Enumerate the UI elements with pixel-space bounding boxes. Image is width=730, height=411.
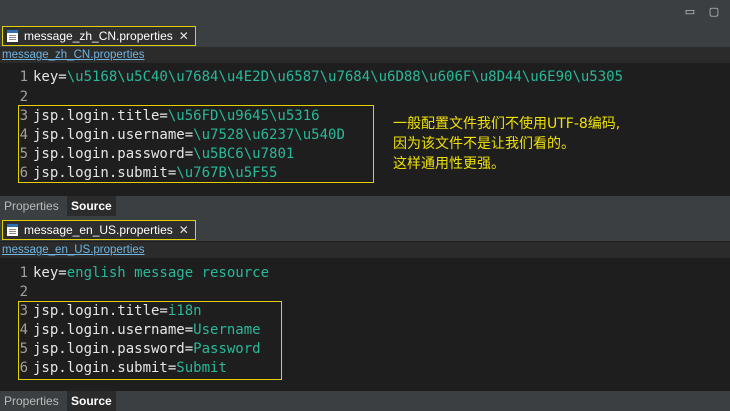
annotation-line: 这样通用性更强。: [393, 156, 505, 172]
code-line: 2: [0, 282, 730, 302]
annotation-line: 因为该文件不是让我们看的。: [393, 136, 575, 152]
property-key: key=: [33, 69, 67, 85]
property-value: english message resource: [66, 265, 270, 281]
tab-properties[interactable]: Properties: [0, 196, 63, 216]
tab-label: message_zh_CN.properties: [24, 29, 173, 43]
property-key: key=: [33, 265, 67, 281]
line-number: 2: [19, 284, 28, 300]
tab-message-zh-cn[interactable]: message_zh_CN.properties ✕: [2, 26, 196, 46]
highlight-box: [18, 105, 374, 183]
properties-file-icon: [7, 30, 18, 42]
code-line: 1 key=\u5168\u5C40\u7684\u4E2D\u6587\u768…: [0, 67, 730, 87]
annotation-line: 一般配置文件我们不使用UTF-8编码,: [393, 116, 621, 132]
annotation-note: 一般配置文件我们不使用UTF-8编码, 因为该文件不是让我们看的。 这样通用性更…: [393, 114, 620, 174]
close-tab-icon[interactable]: ✕: [179, 223, 189, 237]
close-tab-icon[interactable]: ✕: [179, 29, 189, 43]
line-number: 1: [19, 265, 28, 281]
line-number: 2: [19, 89, 28, 105]
minimize-icon[interactable]: ▭: [682, 3, 698, 19]
bottom-breadcrumb[interactable]: message_en_US.properties: [0, 242, 730, 258]
title-strip: [0, 0, 730, 25]
maximize-icon[interactable]: ▢: [706, 3, 722, 19]
tab-source[interactable]: Source: [67, 391, 116, 411]
bottom-editor-bottom-tabs: Properties Source: [0, 390, 730, 411]
code-line: 1 key=english message resource: [0, 263, 730, 283]
highlight-box: [18, 301, 282, 380]
tab-label: message_en_US.properties: [24, 223, 173, 237]
properties-file-icon: [7, 224, 18, 236]
tab-source[interactable]: Source: [67, 196, 116, 216]
property-value: \u5168\u5C40\u7684\u4E2D\u6587\u7684\u6D…: [66, 69, 624, 85]
breadcrumb-file-link[interactable]: message_zh_CN.properties: [2, 47, 145, 63]
breadcrumb-file-link[interactable]: message_en_US.properties: [2, 242, 145, 258]
top-breadcrumb[interactable]: message_zh_CN.properties: [0, 47, 730, 63]
tab-message-en-us[interactable]: message_en_US.properties ✕: [2, 220, 196, 240]
code-line: 2: [0, 87, 730, 107]
top-editor-bottom-tabs: Properties Source: [0, 195, 730, 216]
tab-properties[interactable]: Properties: [0, 391, 63, 411]
bottom-editor-tabbar: message_en_US.properties ✕: [0, 216, 730, 242]
line-number: 1: [19, 69, 28, 85]
